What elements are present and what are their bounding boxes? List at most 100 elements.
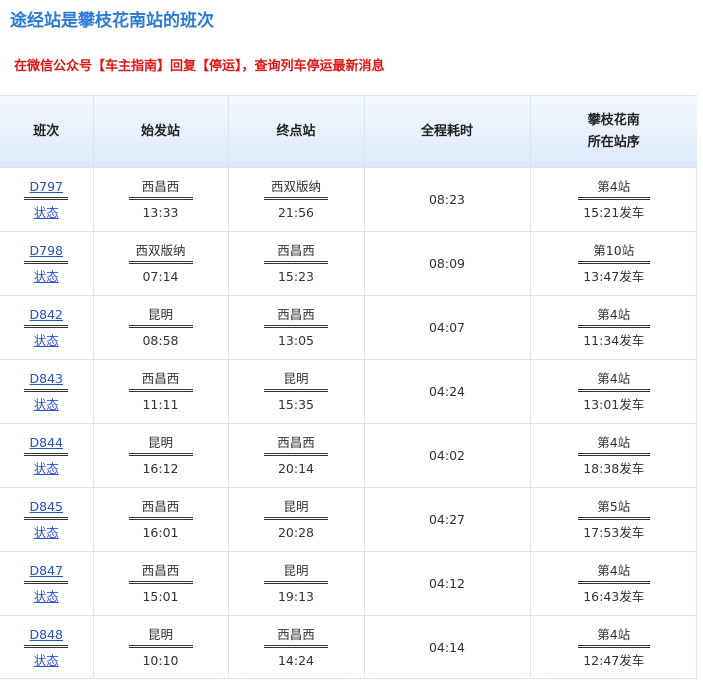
duration-cell: 04:02 <box>364 423 531 488</box>
destination-station: 西昌西 <box>264 434 328 456</box>
destination-station: 西昌西 <box>264 242 328 264</box>
duration-cell: 08:09 <box>364 231 531 296</box>
destination-station: 昆明 <box>264 370 328 392</box>
origin-station: 昆明 <box>128 306 193 328</box>
train-cell: D843 状态 <box>0 359 94 424</box>
origin-cell: 昆明 08:58 <box>93 295 229 360</box>
status-link[interactable]: 状态 <box>34 333 59 348</box>
duration-cell: 08:23 <box>364 167 531 232</box>
origin-cell: 西双版纳 07:14 <box>93 231 229 296</box>
station-order-cell: 第4站 15:21发车 <box>530 167 697 232</box>
destination-cell: 昆明 15:35 <box>228 359 365 424</box>
local-depart-time: 15:21发车 <box>583 204 645 220</box>
origin-station: 西双版纳 <box>128 242 193 264</box>
wechat-notice: 在微信公众号【车主指南】回复【停运】，查询列车停运最新消息 <box>14 59 385 74</box>
destination-cell: 西昌西 14:24 <box>228 615 365 679</box>
arrive-time: 19:13 <box>277 588 315 604</box>
destination-station: 昆明 <box>264 498 328 520</box>
station-order: 第5站 <box>577 498 650 520</box>
header-station-name: 攀枝花南 <box>587 112 640 128</box>
table-row: D844 状态 昆明 16:12 西昌西 20:14 04:02 第4站 18:38发车 <box>0 423 697 488</box>
train-code-link[interactable]: D797 <box>30 179 63 194</box>
status-link[interactable]: 状态 <box>34 525 59 540</box>
station-order: 第4站 <box>577 306 650 328</box>
duration-cell: 04:24 <box>364 359 531 424</box>
destination-station: 西昌西 <box>264 306 328 328</box>
origin-cell: 西昌西 16:01 <box>93 487 229 552</box>
destination-cell: 西昌西 20:14 <box>228 423 365 488</box>
header-train: 班次 <box>0 96 94 168</box>
status-link[interactable]: 状态 <box>34 589 59 604</box>
origin-cell: 昆明 16:12 <box>93 423 229 488</box>
table-row: D797 状态 西昌西 13:33 西双版纳 21:56 08:23 第4站 15:21发车 <box>0 167 697 232</box>
status-link[interactable]: 状态 <box>34 397 59 412</box>
duration-cell: 04:27 <box>364 487 531 552</box>
station-order-cell: 第10站 13:47发车 <box>530 231 697 296</box>
train-code-link[interactable]: D845 <box>30 499 63 514</box>
train-code-link[interactable]: D843 <box>30 371 63 386</box>
train-cell: D844 状态 <box>0 423 94 488</box>
local-depart-time: 13:01发车 <box>583 396 645 412</box>
train-cell: D847 状态 <box>0 551 94 616</box>
arrive-time: 20:14 <box>277 460 315 476</box>
status-link[interactable]: 状态 <box>34 653 59 668</box>
train-code-link[interactable]: D842 <box>30 307 63 322</box>
depart-time: 08:58 <box>142 332 179 348</box>
train-cell: D848 状态 <box>0 615 94 679</box>
station-order: 第4站 <box>577 370 650 392</box>
destination-cell: 西昌西 15:23 <box>228 231 365 296</box>
station-order-cell: 第4站 18:38发车 <box>530 423 697 488</box>
depart-time: 16:01 <box>142 524 179 540</box>
train-code-link[interactable]: D798 <box>30 243 63 258</box>
train-cell: D798 状态 <box>0 231 94 296</box>
status-link[interactable]: 状态 <box>34 461 59 476</box>
table-row: D842 状态 昆明 08:58 西昌西 13:05 04:07 第4站 11:34发车 <box>0 295 697 360</box>
destination-cell: 西昌西 13:05 <box>228 295 365 360</box>
station-order: 第10站 <box>577 242 650 264</box>
header-destination: 终点站 <box>228 96 365 168</box>
train-code-link[interactable]: D844 <box>30 435 63 450</box>
station-order: 第4站 <box>577 434 650 456</box>
destination-station: 西双版纳 <box>264 178 328 200</box>
station-order-cell: 第4站 11:34发车 <box>530 295 697 360</box>
local-depart-time: 13:47发车 <box>583 268 645 284</box>
schedule-table: 班次 始发站 终点站 全程耗时 攀枝花南 所在站序 D797 状态 西昌西 13:33… <box>0 95 697 679</box>
depart-time: 10:10 <box>142 652 179 668</box>
header-station-order: 攀枝花南 所在站序 <box>530 96 697 168</box>
header-duration: 全程耗时 <box>364 96 531 168</box>
train-code-link[interactable]: D847 <box>30 563 63 578</box>
destination-station: 西昌西 <box>264 626 328 648</box>
duration-cell: 04:07 <box>364 295 531 360</box>
origin-cell: 昆明 10:10 <box>93 615 229 679</box>
arrive-time: 20:28 <box>277 524 315 540</box>
table-header-row: 班次 始发站 终点站 全程耗时 攀枝花南 所在站序 <box>0 96 697 168</box>
depart-time: 07:14 <box>142 268 179 284</box>
origin-station: 昆明 <box>128 626 193 648</box>
local-depart-time: 18:38发车 <box>583 460 645 476</box>
status-link[interactable]: 状态 <box>34 205 59 220</box>
arrive-time: 13:05 <box>277 332 315 348</box>
origin-station: 西昌西 <box>128 498 193 520</box>
destination-station: 昆明 <box>264 562 328 584</box>
local-depart-time: 11:34发车 <box>583 332 645 348</box>
origin-station: 西昌西 <box>128 562 193 584</box>
destination-cell: 昆明 19:13 <box>228 551 365 616</box>
origin-cell: 西昌西 15:01 <box>93 551 229 616</box>
station-order: 第4站 <box>577 178 650 200</box>
header-order-label: 所在站序 <box>587 134 640 150</box>
origin-station: 西昌西 <box>128 178 193 200</box>
station-order-cell: 第5站 17:53发车 <box>530 487 697 552</box>
status-link[interactable]: 状态 <box>34 269 59 284</box>
origin-station: 西昌西 <box>128 370 193 392</box>
table-row: D845 状态 西昌西 16:01 昆明 20:28 04:27 第5站 17:53发车 <box>0 487 697 552</box>
train-cell: D842 状态 <box>0 295 94 360</box>
table-row: D848 状态 昆明 10:10 西昌西 14:24 04:14 第4站 12:47发车 <box>0 615 697 679</box>
train-code-link[interactable]: D848 <box>30 627 63 642</box>
depart-time: 13:33 <box>142 204 179 220</box>
train-cell: D845 状态 <box>0 487 94 552</box>
depart-time: 11:11 <box>142 396 179 412</box>
local-depart-time: 17:53发车 <box>583 524 645 540</box>
station-order: 第4站 <box>577 626 650 648</box>
depart-time: 15:01 <box>142 588 179 604</box>
arrive-time: 15:23 <box>277 268 315 284</box>
